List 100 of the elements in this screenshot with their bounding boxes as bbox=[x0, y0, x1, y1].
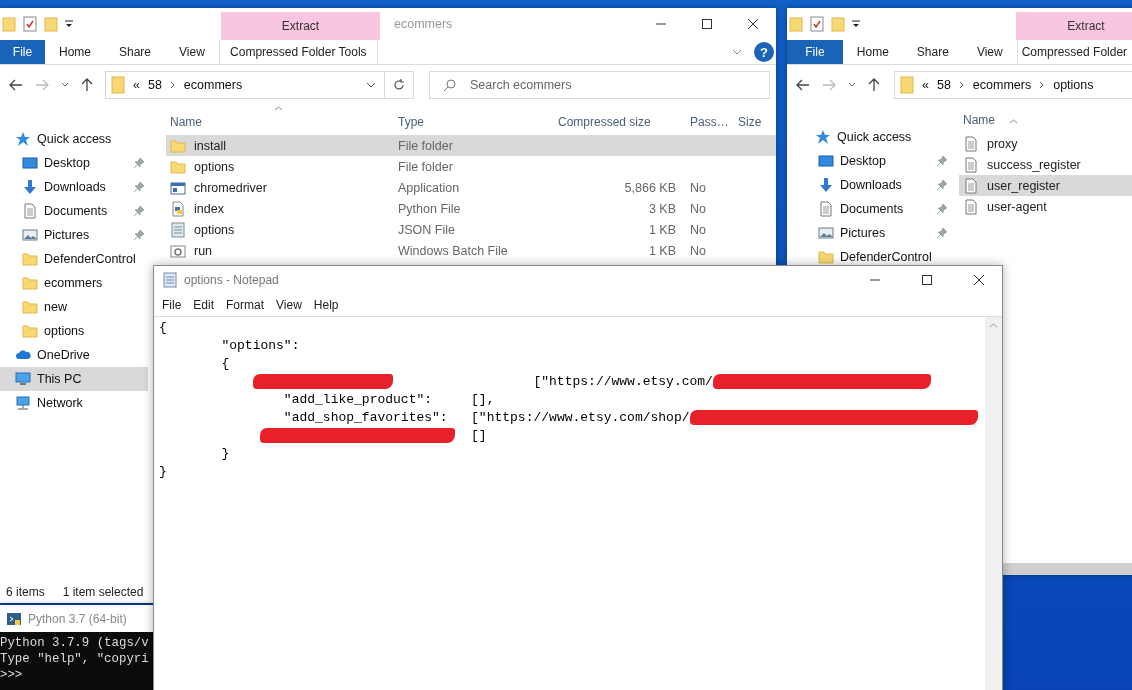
file-row[interactable]: user_register bbox=[959, 175, 1132, 196]
forward-arrow-icon[interactable] bbox=[35, 79, 49, 91]
file-row[interactable]: options JSON File 1 KB No bbox=[166, 219, 776, 240]
address-bar[interactable]: « 58 ecommers options bbox=[894, 71, 1132, 99]
file-row[interactable]: options File folder bbox=[166, 156, 776, 177]
pin-icon[interactable] bbox=[134, 230, 144, 240]
overflow-crumb[interactable]: « bbox=[922, 78, 929, 92]
folder-icon bbox=[900, 76, 914, 94]
sidebar-item[interactable]: Documents bbox=[787, 197, 951, 221]
sidebar-item[interactable]: Desktop bbox=[0, 151, 148, 175]
column-header[interactable]: Compressed size bbox=[554, 115, 686, 129]
pin-icon[interactable] bbox=[937, 204, 947, 214]
customize-dropdown-icon[interactable] bbox=[65, 20, 73, 28]
sidebar-item[interactable]: Documents bbox=[0, 199, 148, 223]
vertical-scrollbar[interactable] bbox=[985, 317, 1002, 690]
pin-icon[interactable] bbox=[134, 182, 144, 192]
ribbon-tab[interactable]: Compressed Folder Tools bbox=[218, 40, 378, 64]
menu-item[interactable]: View bbox=[270, 298, 308, 312]
breadcrumb[interactable]: options bbox=[1053, 78, 1094, 92]
pin-icon[interactable] bbox=[134, 206, 144, 216]
sidebar-item[interactable]: OneDrive bbox=[0, 343, 148, 367]
monitor-icon bbox=[818, 153, 834, 169]
back-arrow-icon[interactable] bbox=[796, 79, 810, 91]
sidebar-item[interactable]: new bbox=[0, 295, 148, 319]
sidebar-item[interactable]: Desktop bbox=[787, 149, 951, 173]
menu-item[interactable]: Format bbox=[220, 298, 271, 312]
table-cell: JSON File bbox=[398, 222, 455, 237]
dropdown-icon[interactable] bbox=[366, 82, 376, 88]
star-icon bbox=[15, 131, 31, 147]
sidebar-item[interactable]: Downloads bbox=[787, 173, 951, 197]
sidebar-item[interactable]: This PC bbox=[0, 367, 148, 391]
properties-icon[interactable] bbox=[810, 16, 824, 32]
breadcrumb[interactable]: 58 bbox=[936, 78, 951, 92]
sidebar-item[interactable]: Network bbox=[0, 391, 148, 415]
pin-icon[interactable] bbox=[937, 180, 947, 190]
horizontal-scrollbar[interactable] bbox=[1003, 563, 1132, 575]
refresh-icon bbox=[393, 79, 405, 91]
ribbon-tab[interactable]: Home bbox=[842, 40, 903, 64]
ribbon-tab[interactable]: Share bbox=[105, 40, 166, 64]
menu-item[interactable]: Edit bbox=[187, 298, 221, 312]
sidebar-item[interactable]: Quick access bbox=[787, 125, 951, 149]
menu-item[interactable]: Help bbox=[307, 298, 345, 312]
sidebar-item[interactable]: ecommers bbox=[0, 271, 148, 295]
collapse-ribbon-icon[interactable] bbox=[732, 49, 742, 55]
column-header[interactable]: Type bbox=[394, 115, 554, 129]
column-header[interactable]: Name bbox=[166, 115, 394, 129]
customize-dropdown-icon[interactable] bbox=[852, 20, 860, 28]
breadcrumb[interactable]: ecommers bbox=[183, 78, 243, 92]
folder-icon[interactable] bbox=[44, 16, 58, 32]
sidebar-item[interactable]: Downloads bbox=[0, 175, 148, 199]
ribbon-tab[interactable]: View bbox=[165, 40, 219, 64]
table-cell: success_register bbox=[987, 157, 1081, 172]
sidebar-item[interactable]: Pictures bbox=[0, 223, 148, 247]
sidebar-item[interactable]: DefenderControl bbox=[0, 247, 148, 271]
table-cell: No bbox=[690, 201, 706, 216]
scroll-up-icon[interactable] bbox=[989, 323, 998, 328]
sidebar-item[interactable]: Quick access bbox=[0, 127, 148, 151]
address-bar[interactable]: « 58 ecommers bbox=[105, 71, 414, 99]
pin-icon[interactable] bbox=[937, 228, 947, 238]
column-header[interactable]: Pass… bbox=[686, 115, 734, 129]
search-field[interactable]: Search ecommers bbox=[429, 71, 770, 99]
pin-icon[interactable] bbox=[134, 158, 144, 168]
ribbon-tab[interactable]: File bbox=[0, 40, 45, 64]
file-row[interactable]: user-agent bbox=[959, 196, 1132, 217]
file-row[interactable]: success_register bbox=[959, 154, 1132, 175]
breadcrumb[interactable]: 58 bbox=[147, 78, 162, 92]
file-row[interactable]: index Python File 3 KB No bbox=[166, 198, 776, 219]
ribbon-tab[interactable]: File bbox=[787, 40, 843, 64]
forward-arrow-icon[interactable] bbox=[822, 79, 836, 91]
breadcrumb[interactable]: ecommers bbox=[972, 78, 1032, 92]
up-arrow-icon[interactable] bbox=[81, 78, 93, 92]
maximize-icon bbox=[922, 275, 932, 285]
ribbon-tab[interactable]: Share bbox=[902, 40, 963, 64]
table-cell: run bbox=[194, 243, 213, 258]
sidebar-item[interactable]: DefenderControl bbox=[787, 245, 951, 269]
folder-icon[interactable] bbox=[789, 16, 803, 32]
folder-icon[interactable] bbox=[831, 16, 845, 32]
file-row[interactable]: proxy bbox=[959, 133, 1132, 154]
menu-item[interactable]: File bbox=[156, 298, 188, 312]
file-row[interactable]: install File folder bbox=[166, 135, 776, 156]
ribbon-tab[interactable]: Compressed Folder bbox=[1016, 40, 1132, 64]
ribbon-tab[interactable]: View bbox=[962, 40, 1017, 64]
overflow-crumb[interactable]: « bbox=[133, 78, 140, 92]
folder-icon[interactable] bbox=[2, 16, 16, 32]
column-header[interactable]: Size bbox=[734, 115, 774, 129]
pin-icon[interactable] bbox=[937, 156, 947, 166]
ribbon-tab[interactable]: Home bbox=[45, 40, 105, 64]
sidebar-item[interactable]: options bbox=[0, 319, 148, 343]
file-row[interactable]: run Windows Batch File 1 KB No bbox=[166, 240, 776, 261]
help-button[interactable]: ? bbox=[754, 42, 774, 62]
back-arrow-icon[interactable] bbox=[9, 79, 23, 91]
recent-locations-icon[interactable] bbox=[61, 82, 69, 88]
up-arrow-icon[interactable] bbox=[868, 78, 880, 92]
file-row[interactable]: chromedriver Application 5,866 KB No bbox=[166, 177, 776, 198]
contextual-tab-header: Extract bbox=[1016, 12, 1132, 40]
text-editor[interactable]: { "options": { ["https://www.etsy.com/ "add_like_product": [], "add_shop_favorites": ["https://www.etsy.com/shop/ [] } } bbox=[154, 317, 985, 690]
sidebar-item[interactable]: Pictures bbox=[787, 221, 951, 245]
column-header[interactable]: Name bbox=[959, 113, 1132, 127]
properties-icon[interactable] bbox=[23, 16, 37, 32]
recent-locations-icon[interactable] bbox=[848, 82, 856, 88]
